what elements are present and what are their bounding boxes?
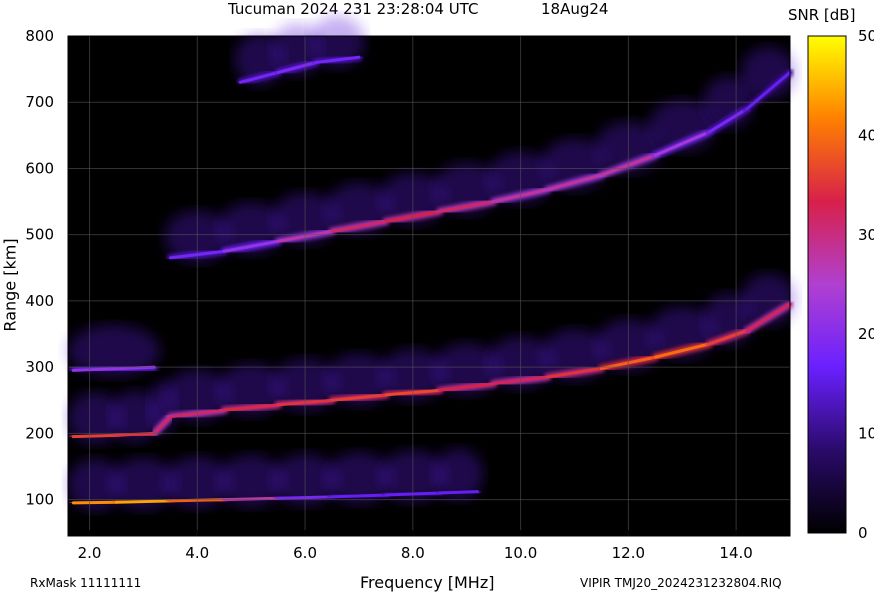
colorbar-tick-label: 0: [858, 524, 868, 542]
y-tick-label: 400: [25, 292, 54, 310]
colorbar-ticks: 0 10 20 30 40 50: [858, 27, 874, 542]
x-tick-label: 14.0: [719, 544, 752, 562]
y-tick-label: 200: [25, 424, 54, 442]
colorbar-tick-label: 20: [858, 325, 874, 343]
x-tick-label: 6.0: [293, 544, 317, 562]
echo-trace-core: [114, 499, 172, 504]
y-tick-label: 600: [25, 159, 54, 177]
echo-trace-core: [438, 490, 479, 495]
colorbar-tick-label: 40: [858, 126, 874, 144]
x-tick-label: 2.0: [78, 544, 102, 562]
y-tick-label: 800: [25, 27, 54, 45]
echo-trace-core: [71, 433, 118, 439]
colorbar-tick-label: 50: [858, 27, 874, 45]
colorbar-tick-label: 30: [858, 226, 874, 244]
x-tick-label: 8.0: [401, 544, 425, 562]
colorbar: [807, 35, 847, 534]
x-tick-label: 12.0: [612, 544, 645, 562]
ionogram-chart: 2.0 4.0 6.0 8.0 10.0 12.0 14.0 100200300400500…: [25, 15, 874, 562]
y-tick-label: 100: [25, 491, 54, 509]
colorbar-tick-label: 10: [858, 425, 874, 443]
y-tick-label: 700: [25, 93, 54, 111]
y-tick-label: 500: [25, 226, 54, 244]
y-ticks: 100 200 300 400 500 600 700 800: [25, 27, 54, 509]
x-tick-label: 4.0: [185, 544, 209, 562]
echo-trace-core: [330, 493, 388, 499]
y-tick-label: 300: [25, 358, 54, 376]
echo-trace-core: [71, 500, 118, 505]
x-tick-label: 10.0: [504, 544, 537, 562]
